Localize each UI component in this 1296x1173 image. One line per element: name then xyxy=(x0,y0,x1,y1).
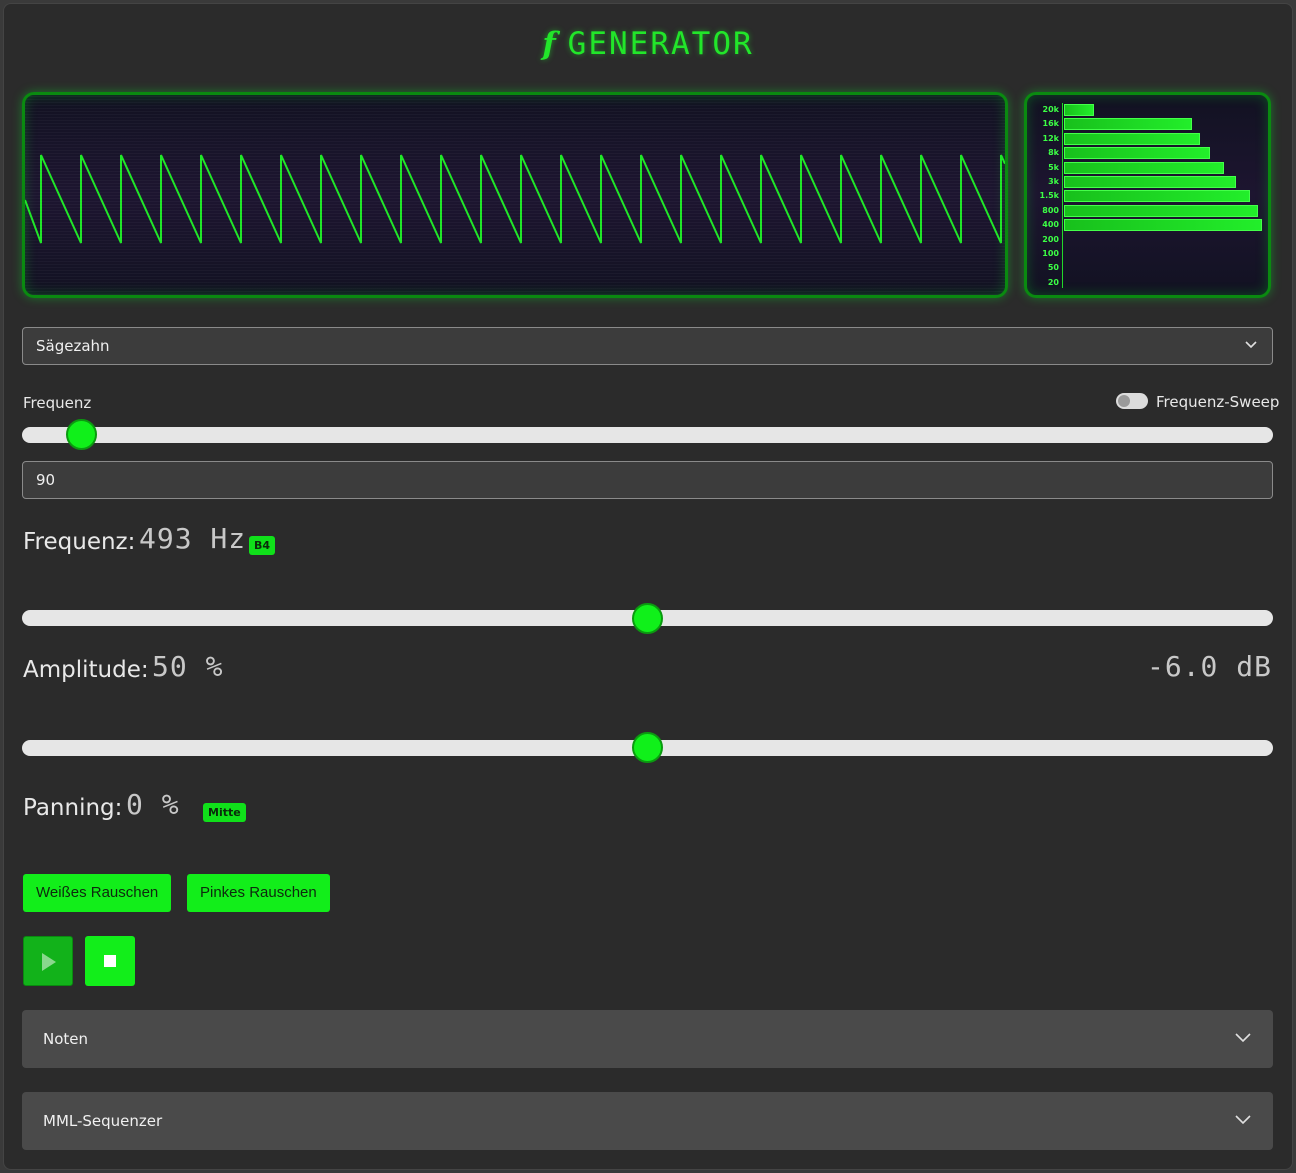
notes-panel-header[interactable]: Noten xyxy=(22,1010,1273,1068)
spectrum-band-bar xyxy=(1064,104,1094,116)
spectrum-band: 3k xyxy=(1027,175,1268,189)
spectrum-band-bar xyxy=(1064,147,1210,160)
chevron-down-icon xyxy=(1235,1115,1251,1125)
spectrum-band: 20k xyxy=(1027,103,1268,117)
spectrum-band-label: 20k xyxy=(1042,105,1059,114)
frequency-slider-track[interactable] xyxy=(22,427,1273,443)
spectrum-band-bar xyxy=(1064,190,1250,203)
spectrum-band: 1.5k xyxy=(1027,189,1268,203)
amplitude-db-value: -6.0 dB xyxy=(1146,650,1272,683)
spectrum-band: 800 xyxy=(1027,204,1268,218)
frequency-sweep-label: Frequenz-Sweep xyxy=(1156,393,1280,411)
oscilloscope-display xyxy=(22,92,1008,298)
frequency-label: Frequenz xyxy=(23,394,92,412)
spectrum-band: 200 xyxy=(1027,233,1268,247)
white-noise-button[interactable]: Weißes Rauschen xyxy=(23,874,172,912)
play-icon xyxy=(42,953,56,971)
spectrum-band-label: 20 xyxy=(1047,277,1059,287)
spectrum-band-label: 1.5k xyxy=(1039,191,1060,201)
chevron-down-icon xyxy=(1245,341,1257,349)
frequency-input[interactable]: 90 xyxy=(22,461,1273,499)
frequency-sweep-toggle[interactable] xyxy=(1116,393,1148,409)
app-title-text: GENERATOR xyxy=(567,26,754,62)
spectrum-band: 400 xyxy=(1027,218,1268,232)
spectrum-band: 50 xyxy=(1027,261,1268,275)
panning-position-badge: Mitte xyxy=(203,803,246,822)
stop-icon xyxy=(104,955,116,967)
spectrum-analyzer: 20k 16k 12k 8k 5k 3k 1.5k 800 400 200 100 50 20 xyxy=(1024,92,1271,298)
spectrum-band-bar xyxy=(1064,118,1192,131)
spectrum-band-label: 200 xyxy=(1042,234,1059,244)
spectrum-band-label: 8k xyxy=(1048,148,1059,158)
mml-sequencer-panel-header[interactable]: MML-Sequenzer xyxy=(22,1092,1273,1150)
spectrum-band: 100 xyxy=(1027,247,1268,261)
spectrum-band-label: 3k xyxy=(1048,177,1059,186)
frequency-slider-thumb[interactable] xyxy=(65,419,97,450)
mml-sequencer-panel-title: MML-Sequenzer xyxy=(43,1112,163,1130)
spectrum-band-bar xyxy=(1064,161,1224,174)
note-badge: B4 xyxy=(249,536,276,555)
spectrum-band-bar xyxy=(1064,219,1262,232)
panning-display-label: Panning: xyxy=(23,795,123,821)
chevron-down-icon xyxy=(1235,1033,1251,1043)
stop-button[interactable] xyxy=(85,936,135,986)
play-button[interactable] xyxy=(23,936,73,986)
pink-noise-button[interactable]: Pinkes Rauschen xyxy=(187,874,330,912)
function-icon: f xyxy=(542,26,558,62)
spectrum-band-label: 400 xyxy=(1042,220,1059,230)
app-title: f GENERATOR xyxy=(0,26,1296,62)
waveform-select[interactable]: Sägezahn xyxy=(22,327,1273,365)
frequency-display-label: Frequenz: xyxy=(23,529,136,555)
amplitude-display-value: 50 % xyxy=(152,650,224,683)
notes-panel-title: Noten xyxy=(43,1030,89,1048)
spectrum-band-label: 100 xyxy=(1042,249,1059,258)
spectrum-band-label: 5k xyxy=(1048,162,1059,172)
spectrum-band: 20 xyxy=(1027,276,1268,290)
panning-slider-thumb[interactable] xyxy=(632,732,663,763)
spectrum-band: 16k xyxy=(1027,117,1268,131)
amplitude-slider-thumb[interactable] xyxy=(632,603,663,634)
spectrum-band-label: 12k xyxy=(1042,133,1059,143)
frequency-input-value: 90 xyxy=(36,471,56,489)
spectrum-band: 12k xyxy=(1027,132,1268,146)
waveform-select-value: Sägezahn xyxy=(36,337,110,355)
frequency-display-value: 493 Hz xyxy=(139,522,247,555)
spectrum-band-bar xyxy=(1064,176,1236,188)
spectrum-band-bar xyxy=(1064,132,1200,145)
spectrum-band-label: 800 xyxy=(1042,205,1059,215)
panning-display-value: 0 % xyxy=(126,788,180,821)
spectrum-band-bar xyxy=(1064,204,1258,217)
spectrum-band-label: 50 xyxy=(1047,263,1059,273)
spectrum-band-label: 16k xyxy=(1042,119,1059,129)
spectrum-band: 5k xyxy=(1027,161,1268,175)
spectrum-band: 8k xyxy=(1027,146,1268,160)
amplitude-display-label: Amplitude: xyxy=(23,657,149,683)
